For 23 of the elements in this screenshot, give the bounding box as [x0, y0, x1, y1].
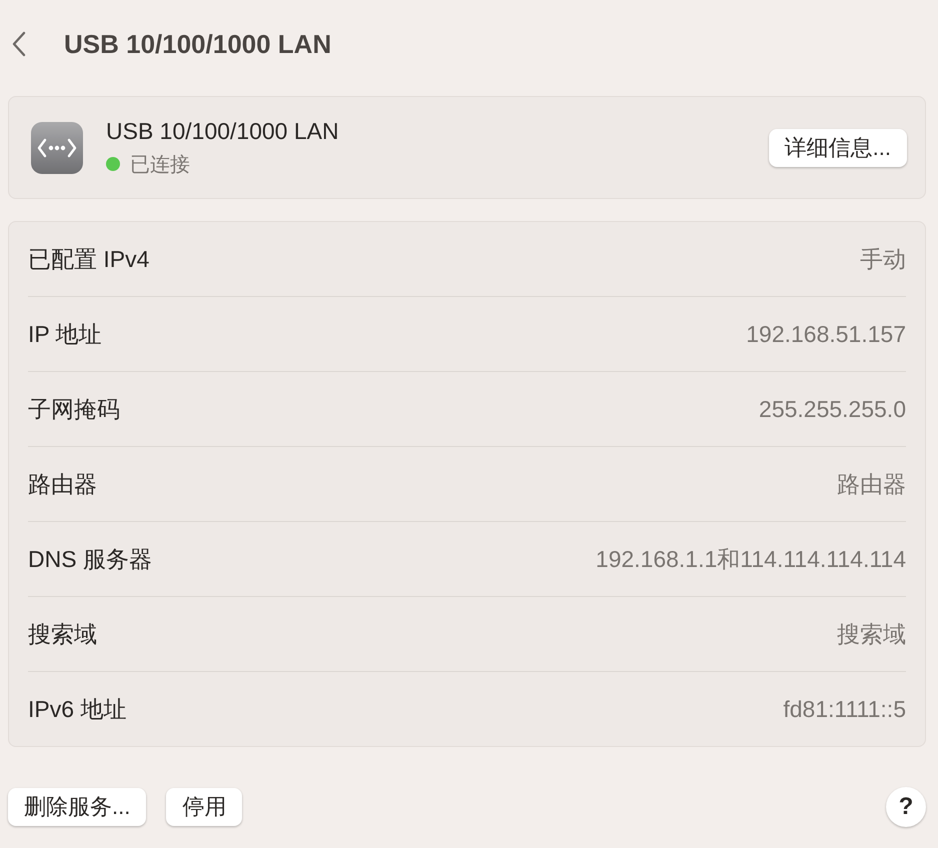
row-label: IP 地址	[28, 320, 102, 348]
back-icon[interactable]	[12, 31, 26, 57]
row-label: IPv6 地址	[28, 694, 126, 724]
status-text: 已连接	[130, 152, 190, 178]
footer-button[interactable]: 停用	[166, 788, 242, 826]
network-icon	[30, 120, 84, 174]
help-button[interactable]: ?	[886, 787, 926, 827]
row-label: 已配置 IPv4	[28, 244, 150, 274]
row-label: 搜索域	[28, 620, 97, 648]
row-value: 255.255.255.0	[758, 396, 906, 422]
row-value: fd81:1111::5	[783, 696, 906, 722]
row-value: 路由器	[837, 470, 906, 498]
row-value: 搜索域	[837, 620, 906, 648]
row-label: 路由器	[28, 470, 97, 498]
service-name: USB 10/100/1000 LAN	[106, 118, 340, 144]
footer-button[interactable]: 删除服务...	[8, 788, 146, 826]
row-label: 子网掩码	[28, 394, 120, 424]
row-label: DNS 服务器	[28, 544, 152, 574]
details-button[interactable]: 详细信息...	[768, 128, 907, 166]
row-value: 192.168.1.1和114.114.114.114	[596, 544, 906, 574]
row-value: 手动	[860, 244, 906, 274]
page-title: USB 10/100/1000 LAN	[64, 28, 332, 60]
row-value: 192.168.51.157	[746, 320, 906, 348]
